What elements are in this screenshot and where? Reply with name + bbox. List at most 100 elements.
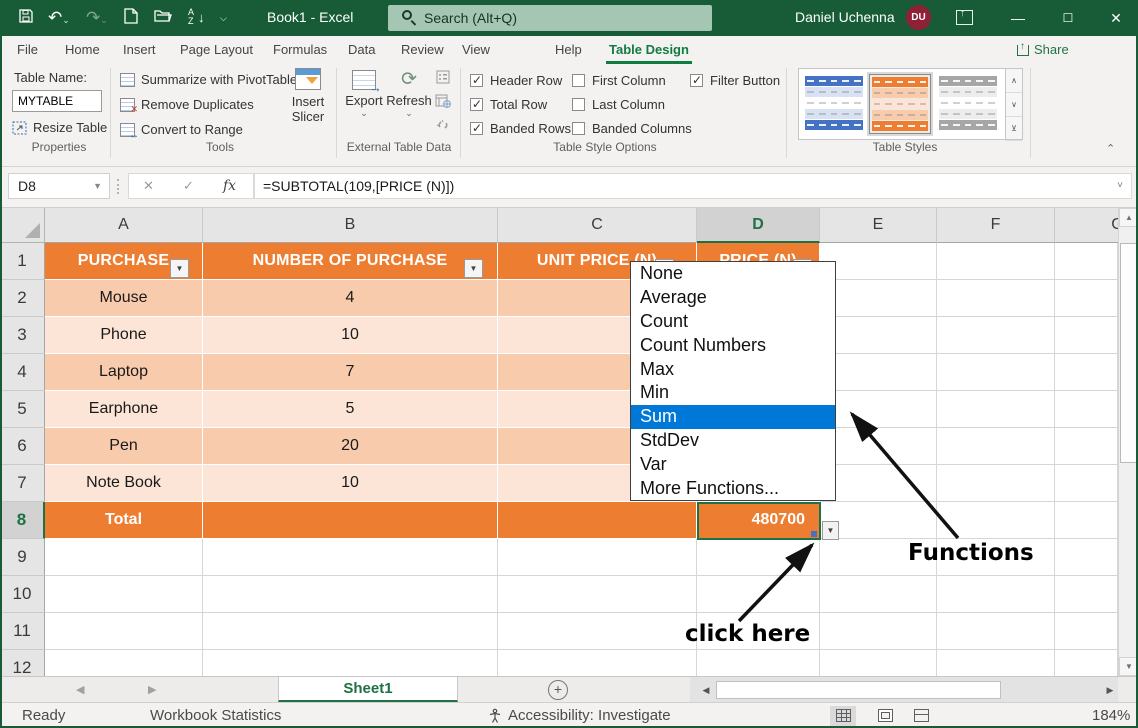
row-header-10[interactable]: 10 (0, 576, 45, 613)
menu-item-more-functions[interactable]: More Functions... (631, 477, 835, 501)
horizontal-scrollbar[interactable]: ◀ ▶ (690, 677, 1118, 703)
close-button[interactable]: ✕ (1094, 0, 1138, 36)
maximize-button[interactable]: ☐ (1046, 0, 1090, 36)
tab-page-layout[interactable]: Page Layout (177, 36, 256, 64)
row-header-11[interactable]: 11 (0, 613, 45, 650)
convert-to-range-button[interactable]: Convert to Range (120, 122, 243, 137)
menu-item-count[interactable]: Count (631, 310, 835, 334)
cell-b6[interactable]: 20 (203, 428, 498, 465)
checkbox-first-column[interactable]: First Column (572, 72, 666, 89)
row-header-3[interactable]: 3 (0, 317, 45, 354)
cell-b8[interactable] (203, 502, 498, 539)
cancel-icon[interactable]: ✕ (143, 174, 154, 198)
grid-column-g[interactable] (1055, 243, 1118, 676)
refresh-button[interactable]: ⟳ Refresh ⌄ (386, 70, 432, 119)
enter-icon[interactable]: ✓ (183, 174, 194, 198)
filter-icon-purchase[interactable]: ▼ (170, 259, 189, 278)
column-header-e[interactable]: E (820, 208, 937, 243)
normal-view-icon[interactable] (830, 706, 856, 726)
table-style-swatch-blue[interactable] (803, 74, 865, 134)
cell-a3[interactable]: Phone (45, 317, 203, 354)
sort-az-icon[interactable]: AZ (188, 8, 194, 26)
open-file-icon[interactable] (154, 8, 172, 29)
checkbox-last-column[interactable]: Last Column (572, 96, 665, 113)
checkbox-total-row[interactable]: Total Row (470, 96, 547, 113)
name-box-dropdown-icon[interactable]: ▼ (93, 174, 102, 198)
formula-input[interactable]: =SUBTOTAL(109,[PRICE (N)])˅ (254, 173, 1132, 199)
column-header-c[interactable]: C (498, 208, 697, 243)
menu-item-count-numbers[interactable]: Count Numbers (631, 334, 835, 358)
table-style-swatch-orange-selected[interactable] (869, 74, 931, 134)
menu-item-none[interactable]: None (631, 262, 835, 286)
new-file-icon[interactable] (124, 8, 138, 30)
tab-file[interactable]: File (14, 36, 41, 64)
row-header-9[interactable]: 9 (0, 539, 45, 576)
new-sheet-icon[interactable]: + (548, 680, 568, 700)
select-all-button[interactable] (0, 208, 45, 243)
checkbox-banded-columns[interactable]: Banded Columns (572, 120, 692, 137)
page-layout-view-icon[interactable] (872, 706, 898, 726)
cell-b2[interactable]: 4 (203, 280, 498, 317)
tab-help[interactable]: Help (552, 36, 585, 64)
cell-a2[interactable]: Mouse (45, 280, 203, 317)
cell-b4[interactable]: 7 (203, 354, 498, 391)
sheet-tab-sheet1[interactable]: Sheet1 (278, 677, 458, 702)
formula-bar-expand-icon[interactable]: ˅ (1117, 174, 1123, 198)
tab-home[interactable]: Home (62, 36, 103, 64)
hscroll-right-icon[interactable]: ▶ (1102, 681, 1118, 699)
cell-b7[interactable]: 10 (203, 465, 498, 502)
table-header-number-of-purchase[interactable]: NUMBER OF PURCHASE (203, 243, 498, 280)
hscroll-left-icon[interactable]: ◀ (698, 681, 714, 699)
resize-table-button[interactable]: Resize Table (12, 120, 107, 138)
insert-slicer-button[interactable]: Insert Slicer (284, 68, 332, 124)
row-header-2[interactable]: 2 (0, 280, 45, 317)
zoom-level[interactable]: 184% (1092, 707, 1130, 724)
summarize-with-pivottable-button[interactable]: Summarize with PivotTable (120, 72, 297, 87)
minimize-button[interactable]: — (996, 0, 1040, 36)
table-style-swatch-gray[interactable] (937, 74, 999, 134)
row-header-7[interactable]: 7 (0, 465, 45, 502)
sheet-nav-right-icon[interactable]: ▶ (148, 683, 156, 696)
export-button[interactable]: Export ⌄ (342, 70, 386, 119)
row-header-4[interactable]: 4 (0, 354, 45, 391)
vertical-scrollbar-thumb[interactable] (1120, 243, 1137, 463)
cell-b5[interactable]: 5 (203, 391, 498, 428)
tab-review[interactable]: Review (398, 36, 447, 64)
total-row-dropdown-button[interactable]: ▼ (822, 521, 839, 540)
ribbon-display-options-icon[interactable] (956, 10, 973, 25)
row-header-5[interactable]: 5 (0, 391, 45, 428)
table-name-input[interactable] (12, 90, 102, 112)
avatar[interactable]: DU (906, 5, 931, 30)
filter-icon-number-of-purchase[interactable]: ▼ (464, 259, 483, 278)
sheet-nav-left-icon[interactable]: ◀ (76, 683, 84, 696)
row-header-12[interactable]: 12 (0, 650, 45, 676)
name-box[interactable]: D8▼ (8, 173, 110, 199)
grid-column-f[interactable] (937, 243, 1055, 676)
accessibility-status[interactable]: Accessibility: Investigate (508, 707, 671, 724)
gallery-up-icon[interactable]: ∧ (1006, 69, 1022, 93)
cell-b3[interactable]: 10 (203, 317, 498, 354)
horizontal-scrollbar-thumb[interactable] (716, 681, 1001, 699)
grid-column-e[interactable] (820, 243, 937, 676)
cell-a6[interactable]: Pen (45, 428, 203, 465)
gallery-down-icon[interactable]: ∨ (1006, 93, 1022, 117)
gallery-more-icon[interactable]: ⊻ (1006, 117, 1022, 141)
collapse-ribbon-icon[interactable]: ⌃ (1106, 142, 1115, 155)
share-button[interactable]: Share (1017, 39, 1069, 61)
save-icon[interactable] (18, 8, 34, 30)
tab-table-design[interactable]: Table Design (606, 36, 692, 64)
checkbox-header-row[interactable]: Header Row (470, 72, 562, 89)
checkbox-filter-button[interactable]: Filter Button (690, 72, 780, 89)
tab-formulas[interactable]: Formulas (270, 36, 330, 64)
tab-data[interactable]: Data (345, 36, 378, 64)
workbook-statistics-button[interactable]: Workbook Statistics (150, 707, 281, 724)
remove-duplicates-button[interactable]: Remove Duplicates (120, 97, 254, 112)
quick-access-toolbar-chevron-icon[interactable]: ⌵ (220, 8, 227, 28)
page-break-view-icon[interactable] (908, 706, 934, 726)
user-name[interactable]: Daniel Uchenna (795, 9, 895, 25)
tab-insert[interactable]: Insert (120, 36, 159, 64)
table-resize-handle[interactable] (811, 531, 817, 537)
search-input[interactable]: Search (Alt+Q) (388, 5, 712, 31)
menu-item-min[interactable]: Min (631, 381, 835, 405)
cell-a5[interactable]: Earphone (45, 391, 203, 428)
